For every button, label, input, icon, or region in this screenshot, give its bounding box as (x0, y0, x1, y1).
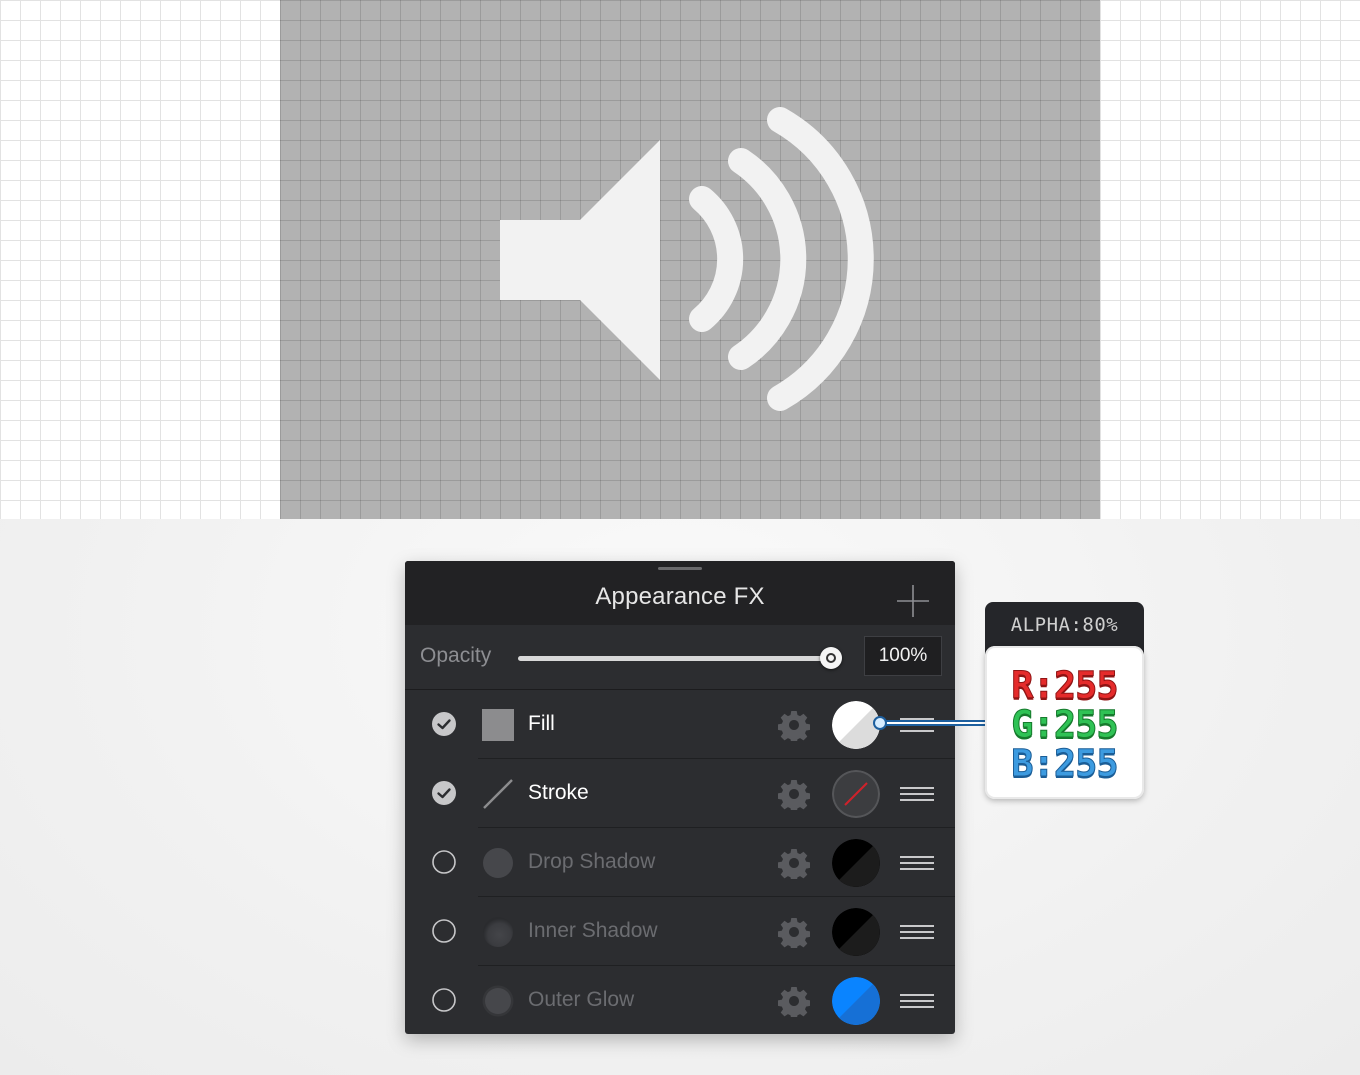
sound-wave-small (689, 186, 744, 332)
drag-handle-icon[interactable] (900, 853, 934, 873)
color-info-tooltip: ALPHA:80% R:255 G:255 B:255 (985, 602, 1144, 799)
speaker-body (500, 140, 660, 380)
drag-handle-icon[interactable] (900, 784, 934, 804)
green-readout: G:255 (1011, 703, 1119, 747)
empty-circle-icon (432, 988, 456, 1012)
blue-readout: B:255 (1011, 742, 1119, 786)
tooltip-body: R:255 G:255 B:255 (985, 646, 1144, 799)
artboard[interactable] (280, 0, 1100, 519)
gear-icon[interactable] (778, 847, 810, 879)
fill-square-icon (482, 709, 514, 741)
stroke-color-swatch[interactable] (832, 770, 880, 818)
stroke-enabled-checkbox[interactable] (432, 781, 456, 805)
drag-handle-icon[interactable] (900, 991, 934, 1011)
opacity-slider-thumb[interactable] (820, 647, 842, 669)
gear-icon[interactable] (778, 916, 810, 948)
gear-icon[interactable] (778, 709, 810, 741)
stroke-line-icon (483, 779, 513, 809)
panel-header: Appearance FX (405, 561, 955, 625)
opacity-slider-track[interactable] (518, 656, 832, 661)
panel-title: Appearance FX (595, 583, 765, 610)
plus-icon (897, 585, 929, 617)
drop-shadow-icon (483, 848, 513, 878)
empty-circle-icon (432, 850, 456, 874)
effect-label-stroke[interactable]: Stroke (528, 781, 589, 805)
drag-handle-icon[interactable] (900, 922, 934, 942)
inner-shadow-enabled-checkbox[interactable] (432, 919, 456, 943)
effect-label-fill[interactable]: Fill (528, 712, 555, 736)
outer-glow-icon (482, 985, 514, 1017)
alpha-readout: ALPHA:80% (1010, 614, 1119, 636)
opacity-label: Opacity (420, 644, 492, 667)
checkmark-circle-icon (432, 712, 456, 736)
tooltip-connector (873, 716, 985, 730)
effect-row-drop-shadow[interactable]: Drop Shadow (405, 828, 955, 897)
effect-label-outer-glow[interactable]: Outer Glow (528, 988, 634, 1012)
drop-shadow-enabled-checkbox[interactable] (432, 850, 456, 874)
outer-glow-enabled-checkbox[interactable] (432, 988, 456, 1012)
opacity-value-field[interactable]: 100% (864, 636, 942, 676)
effect-row-stroke[interactable]: Stroke (405, 759, 955, 828)
opacity-row: Opacity 100% (405, 625, 955, 690)
empty-circle-icon (432, 919, 456, 943)
inner-shadow-color-swatch[interactable] (832, 908, 880, 956)
gear-icon[interactable] (778, 985, 810, 1017)
drop-shadow-color-swatch[interactable] (832, 839, 880, 887)
canvas-grid (0, 0, 1360, 519)
red-readout: R:255 (1011, 664, 1119, 708)
effect-row-inner-shadow[interactable]: Inner Shadow (405, 897, 955, 966)
outer-glow-color-swatch[interactable] (832, 977, 880, 1025)
fill-enabled-checkbox[interactable] (432, 712, 456, 736)
sound-wave-medium (728, 148, 807, 370)
add-effect-button[interactable] (895, 583, 931, 619)
checkmark-circle-icon (432, 781, 456, 805)
appearance-fx-panel: Appearance FX Opacity 100% Fill Stroke D… (405, 561, 955, 1034)
effect-label-drop-shadow[interactable]: Drop Shadow (528, 850, 655, 874)
effect-label-inner-shadow[interactable]: Inner Shadow (528, 919, 658, 943)
speaker-volume-icon[interactable] (280, 0, 1100, 519)
effect-row-outer-glow[interactable]: Outer Glow (405, 966, 955, 1034)
panel-grabber[interactable] (658, 567, 702, 570)
gear-icon[interactable] (778, 778, 810, 810)
inner-shadow-icon (483, 917, 513, 947)
